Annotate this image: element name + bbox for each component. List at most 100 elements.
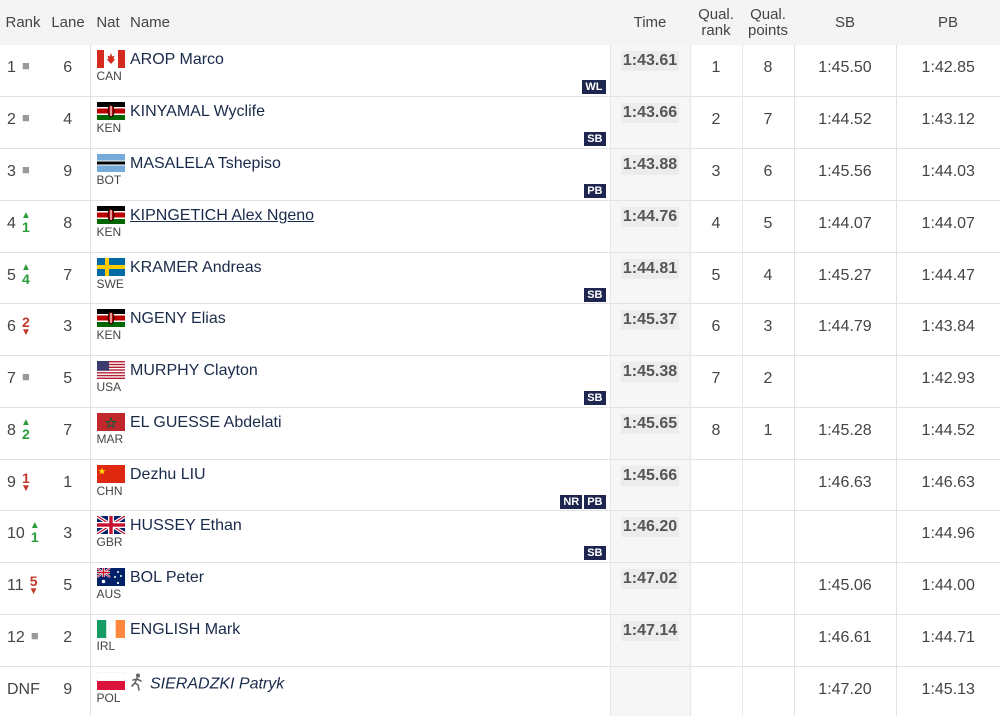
table-row[interactable]: 9 1 ▼ 1 CHN Dezhu LIU NR PB 1:45.66 1:46.63 1:46.6… (0, 459, 1000, 511)
qual-points-cell: 7 (741, 96, 794, 149)
record-badges: SB (582, 285, 606, 303)
col-header-nat[interactable]: Nat (90, 0, 126, 45)
athlete-name-link[interactable]: BOL Peter (130, 569, 204, 586)
lane-cell: 6 (46, 45, 90, 97)
nat-cell: AUS (89, 562, 126, 615)
usa-flag-icon (96, 361, 125, 379)
name-cell: HUSSEY Ethan SB (126, 511, 610, 563)
pb-cell: 1:44.71 (895, 614, 1000, 666)
athlete-name-link[interactable]: KINYAMAL Wyclife (130, 103, 265, 120)
athlete-name-link[interactable]: AROP Marco (130, 51, 224, 68)
bot-flag-icon (96, 154, 125, 172)
personal-best-value: 1:44.07 (921, 214, 975, 232)
qual-points-value: 8 (763, 59, 773, 76)
table-row[interactable]: 10 ▲ 1 3 GBR HUSSEY Ethan SB 1:46.20 1:44.96 (0, 510, 1000, 563)
qual-points-cell: 2 (741, 355, 794, 408)
col-header-qual-points[interactable]: Qual. points (742, 0, 794, 45)
col-header-qual-rank[interactable]: Qual. rank (690, 0, 742, 45)
personal-best-value: 1:42.85 (921, 59, 975, 76)
nat-code: GBR (96, 535, 123, 550)
table-row[interactable]: DNF 9 POL SIERADZKI Patryk 1:47.20 1:45.13 (0, 666, 1000, 716)
qual-rank-value: 8 (711, 421, 721, 439)
position-change: 1 (22, 218, 30, 235)
season-best-value: 1:44.79 (818, 318, 872, 336)
rank-cell: 7 ■ (0, 356, 46, 408)
athlete-name-link[interactable]: MASALELA Tshepiso (130, 155, 281, 172)
nat-cell: SWE (89, 252, 126, 304)
pb-cell: 1:43.84 (895, 303, 1000, 356)
lane-value: 2 (63, 628, 73, 646)
record-badge: SB (584, 287, 606, 302)
athlete-name-link[interactable]: EL GUESSE Abdelati (130, 414, 282, 431)
qual-rank-cell: 4 (689, 200, 742, 252)
sb-cell: 1:46.63 (793, 459, 896, 511)
sb-cell: 1:46.61 (793, 614, 896, 666)
table-row[interactable]: 7 ■ 5 USA MURPHY Clayton SB 1:45.38 7 2 1:42.93 (0, 355, 1000, 408)
nat-cell: GBR (89, 510, 126, 563)
time-value: 1:44.81 (620, 258, 680, 279)
col-header-name[interactable]: Name (126, 0, 610, 45)
table-row[interactable]: 5 ▲ 4 7 SWE KRAMER Andreas SB 1:44.81 5 4 1:45.27 1… (0, 252, 1000, 304)
athlete-name-link[interactable]: Dezhu LIU (130, 466, 206, 483)
rank-value: 11 (7, 577, 24, 594)
athlete-name-link[interactable]: MURPHY Clayton (130, 362, 258, 379)
nat-code: POL (96, 690, 121, 705)
table-row[interactable]: 1 ■ 6 CAN AROP Marco WL 1:43.61 1 8 1:45.50 1:42.8… (0, 45, 1000, 97)
athlete-name-link[interactable]: ENGLISH Mark (130, 621, 240, 638)
table-row[interactable]: 3 ■ 9 BOT MASALELA Tshepiso PB 1:43.88 3 6 1:45.5… (0, 148, 1000, 201)
time-value: 1:44.76 (620, 206, 680, 227)
rank-cell: 4 ▲ 1 (0, 200, 46, 252)
season-best-value: 1:45.28 (818, 421, 872, 439)
table-row[interactable]: 11 5 ▼ 5 AUS BOL Peter 1:47.02 1:45.06 1:44.00 (0, 562, 1000, 615)
nat-cell: KEN (89, 303, 126, 356)
rank-value: 8 (7, 421, 16, 439)
rank-value: 12 (7, 628, 25, 646)
rank-cell: 10 ▲ 1 (0, 511, 46, 563)
sb-cell: 1:45.50 (793, 45, 896, 97)
athlete-name-link[interactable]: HUSSEY Ethan (130, 517, 242, 534)
col-header-pb[interactable]: PB (896, 0, 1000, 45)
position-up-indicator: ▲ 1 (29, 521, 41, 545)
athlete-name-link[interactable]: NGENY Elias (130, 310, 226, 327)
col-header-rank[interactable]: Rank (0, 0, 46, 45)
position-unchanged-icon: ■ (21, 110, 30, 126)
sb-cell: 1:45.27 (793, 252, 896, 304)
time-value: 1:43.61 (620, 51, 680, 71)
pb-cell: 1:42.93 (895, 355, 1000, 408)
name-cell: Dezhu LIU NR PB (126, 459, 610, 511)
rank-cell: 1 ■ (0, 45, 46, 97)
col-header-sb[interactable]: SB (794, 0, 896, 45)
time-value: 1:45.65 (620, 413, 680, 434)
nat-code: BOT (96, 173, 122, 187)
athlete-name-link[interactable]: SIERADZKI Patryk (150, 675, 284, 692)
table-row[interactable]: 12 ■ 2 IRL ENGLISH Mark 1:47.14 1:46.61 1:44.71 (0, 614, 1000, 666)
pb-cell: 1:44.00 (895, 562, 1000, 615)
pb-cell: 1:46.63 (895, 459, 1000, 511)
qual-points-value: 2 (763, 370, 773, 387)
table-row[interactable]: 8 ▲ 2 7 MAR EL GUESSE Abdelati 1:45.65 8 1 1:45.2… (0, 407, 1000, 459)
nat-code: MAR (96, 431, 124, 446)
rank-value: 10 (7, 525, 25, 543)
sb-cell: 1:44.52 (793, 96, 896, 149)
athlete-name-link[interactable]: KRAMER Andreas (130, 259, 262, 276)
table-row[interactable]: 4 ▲ 1 8 KEN KIPNGETICH Alex Ngeno 1:44.76 4 5 1:4… (0, 200, 1000, 252)
header-row: Rank Lane Nat Name Time Qual. rank Qual. p… (0, 0, 1000, 45)
table-row[interactable]: 2 ■ 4 KEN KINYAMAL Wyclife SB 1:43.66 2 7 1:44.52… (0, 96, 1000, 149)
record-badge: PB (584, 494, 606, 509)
col-header-time[interactable]: Time (610, 0, 690, 45)
position-unchanged-icon: ■ (21, 369, 30, 384)
time-value: 1:45.66 (620, 465, 680, 486)
athlete-name-link[interactable]: KIPNGETICH Alex Ngeno (130, 207, 314, 224)
position-unchanged-icon: ■ (21, 162, 30, 177)
personal-best-value: 1:44.96 (921, 525, 975, 543)
lane-cell: 4 (46, 97, 90, 149)
table-row[interactable]: 6 2 ▼ 3 KEN NGENY Elias 1:45.37 6 3 1:44.79 1:43.8… (0, 303, 1000, 356)
sb-cell: 1:47.20 (793, 666, 896, 716)
qual-points-cell: 6 (741, 148, 794, 201)
time-cell: 1:47.02 (609, 562, 690, 615)
qual-rank-value: 4 (711, 214, 721, 232)
col-header-lane[interactable]: Lane (46, 0, 90, 45)
time-value: 1:46.20 (620, 517, 680, 538)
name-cell: NGENY Elias (126, 304, 610, 356)
time-value: 1:45.38 (620, 362, 680, 382)
